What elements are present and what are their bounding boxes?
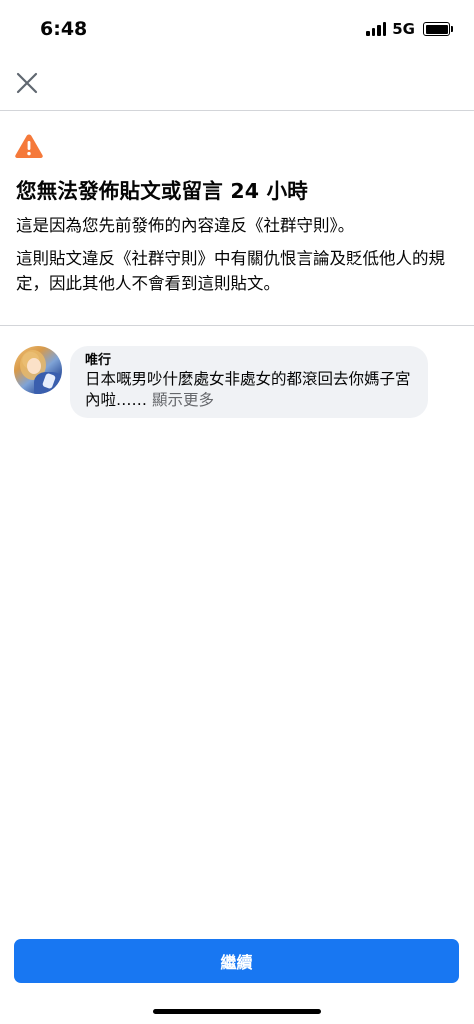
comment-author: 唯行	[85, 353, 112, 368]
continue-button[interactable]: 繼續	[14, 939, 459, 983]
close-button[interactable]	[12, 68, 42, 98]
avatar	[14, 346, 62, 394]
header-divider	[0, 110, 474, 111]
close-icon	[16, 72, 38, 94]
status-time: 6:48	[40, 18, 88, 40]
battery-icon	[423, 22, 453, 36]
notice-details: 這則貼文違反《社群守則》中有關仇恨言論及貶低他人的規定，因此其他人不會看到這則貼…	[16, 249, 445, 293]
network-label: 5G	[392, 20, 415, 38]
comment-body: 日本嘅男吵什麼處女非處女的都滾回去你媽子宮內啦……	[85, 370, 411, 409]
status-indicators: 5G	[366, 20, 453, 38]
notice-reason: 這是因為您先前發佈的內容違反《社群守則》。	[16, 216, 355, 235]
signal-bars-icon	[366, 22, 387, 36]
comment-bubble: 唯行 日本嘅男吵什麼處女非處女的都滾回去你媽子宮內啦…… 顯示更多	[70, 346, 428, 418]
warning-icon	[15, 134, 43, 158]
comment-text: 日本嘅男吵什麼處女非處女的都滾回去你媽子宮內啦…… 顯示更多	[85, 369, 416, 411]
status-bar: 6:48 5G	[0, 0, 474, 60]
restriction-screen: 6:48 5G 您無法發佈貼文或留言 24 小時 這是因為您先前發佈的內容違反《…	[0, 0, 474, 1024]
see-more-link[interactable]: 顯示更多	[152, 391, 214, 409]
notice-title: 您無法發佈貼文或留言 24 小時	[16, 179, 309, 203]
home-indicator	[153, 1009, 321, 1014]
section-divider	[0, 325, 474, 326]
